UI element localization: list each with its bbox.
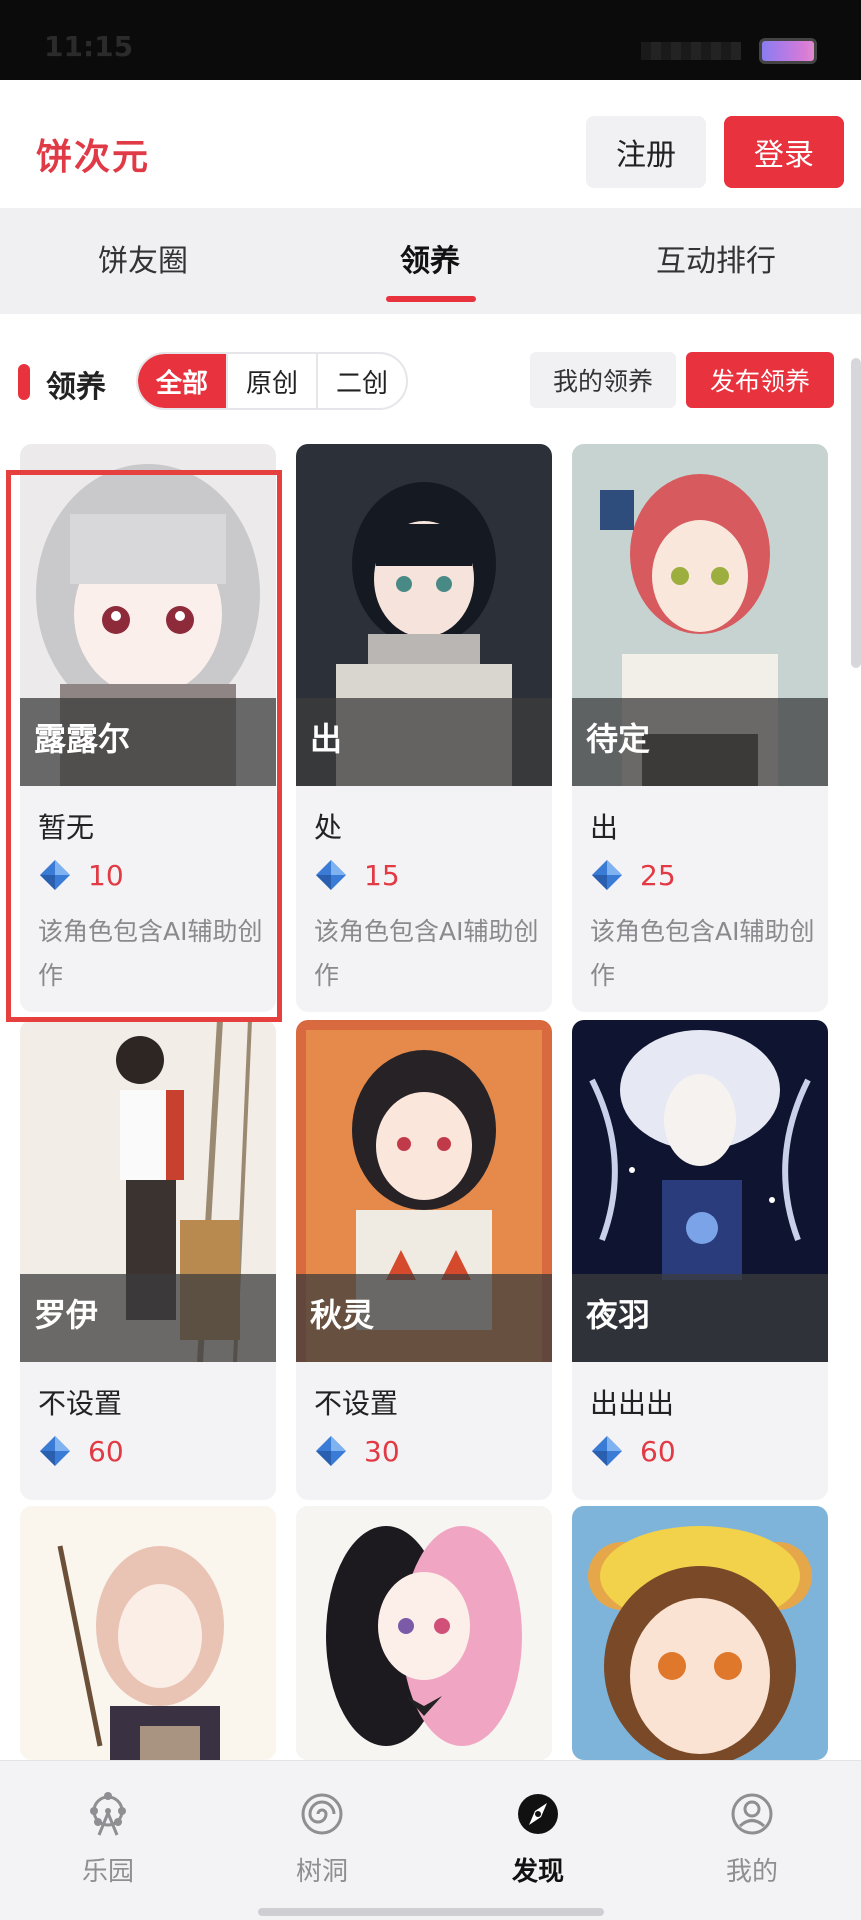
character-name: 罗伊 (34, 1296, 99, 1334)
tab-friends-circle[interactable]: 饼友圈 (98, 236, 188, 280)
compass-icon (518, 1794, 558, 1834)
active-tab-indicator (386, 296, 476, 302)
character-desc: 不设置 (314, 1387, 399, 1420)
ai-note: 该角色包含AI辅助创作 (314, 917, 539, 990)
category-segment: 全部 原创 二创 (136, 352, 408, 410)
character-card[interactable]: 出 处 15 该角色包含AI辅助创作 (296, 444, 552, 1012)
price: 60 (38, 1434, 124, 1468)
tab-adoption[interactable]: 领养 (400, 236, 460, 280)
segment-all[interactable]: 全部 (138, 354, 228, 408)
swirl-icon (301, 1793, 343, 1835)
nav-label: 树洞 (295, 1857, 348, 1887)
character-image (296, 1506, 552, 1760)
publish-adoption-button[interactable]: 发布领养 (686, 352, 834, 408)
diamond-icon (592, 1436, 622, 1466)
character-name: 出 (310, 720, 343, 758)
price: 15 (314, 858, 400, 892)
price-value: 60 (640, 1434, 676, 1468)
character-card[interactable]: 待定 出 25 该角色包含AI辅助创作 (572, 444, 828, 1012)
bottom-nav: 乐园 树洞 发现 我的 (0, 1760, 861, 1920)
status-icons (641, 42, 741, 60)
character-desc: 不设置 (38, 1387, 123, 1420)
character-card[interactable] (296, 1506, 552, 1760)
price: 25 (590, 858, 676, 892)
price: 60 (590, 1434, 676, 1468)
nav-label: 乐园 (81, 1857, 134, 1887)
character-card[interactable] (20, 1506, 276, 1760)
segment-original[interactable]: 原创 (228, 354, 318, 408)
character-desc: 出 (590, 811, 619, 844)
tab-interaction-ranking[interactable]: 互动排行 (656, 236, 776, 280)
user-icon (731, 1793, 773, 1835)
character-card[interactable]: 秋灵 不设置 30 (296, 1020, 552, 1500)
character-card[interactable]: 罗伊 不设置 60 (20, 1020, 276, 1500)
price: 30 (314, 1434, 400, 1468)
character-desc: 处 (314, 811, 343, 844)
price-value: 60 (88, 1434, 124, 1468)
character-name: 秋灵 (310, 1296, 375, 1334)
segment-derivative[interactable]: 二创 (318, 354, 406, 408)
character-name: 夜羽 (586, 1296, 651, 1334)
character-card[interactable] (572, 1506, 828, 1760)
diamond-icon (316, 1436, 346, 1466)
ferris-wheel-icon (90, 1792, 126, 1836)
diamond-icon (592, 860, 622, 890)
nav-tree-hole[interactable]: 树洞 (252, 1791, 392, 1888)
diamond-icon (316, 860, 346, 890)
character-card[interactable]: 夜羽 出出出 60 (572, 1020, 828, 1500)
status-time: 11:15 (44, 30, 134, 63)
battery-icon (759, 38, 817, 64)
app-logo: 饼次元 (36, 136, 151, 178)
price-value: 15 (364, 858, 400, 892)
diamond-icon (40, 1436, 70, 1466)
character-name: 待定 (586, 720, 651, 758)
nav-mine[interactable]: 我的 (682, 1791, 822, 1888)
nav-label: 发现 (511, 1857, 564, 1887)
character-image (20, 1506, 276, 1760)
filter-bar: 领养 全部 原创 二创 我的领养 发布领养 (0, 314, 861, 430)
nav-discover[interactable]: 发现 (468, 1791, 608, 1888)
selection-highlight (6, 470, 282, 1022)
nav-label: 我的 (725, 1857, 778, 1887)
scrollbar[interactable] (851, 358, 861, 668)
section-marker (18, 364, 30, 400)
login-button[interactable]: 登录 (724, 116, 844, 188)
nav-paradise[interactable]: 乐园 (38, 1791, 178, 1888)
character-desc: 出出出 (590, 1387, 675, 1420)
price-value: 25 (640, 858, 676, 892)
register-button[interactable]: 注册 (586, 116, 706, 188)
home-indicator[interactable] (258, 1908, 604, 1916)
price-value: 30 (364, 1434, 400, 1468)
my-adoption-button[interactable]: 我的领养 (530, 352, 676, 408)
character-image (572, 1506, 828, 1760)
section-title: 领养 (46, 370, 106, 405)
status-bar: 11:15 (0, 0, 861, 80)
ai-note: 该角色包含AI辅助创作 (590, 917, 815, 990)
